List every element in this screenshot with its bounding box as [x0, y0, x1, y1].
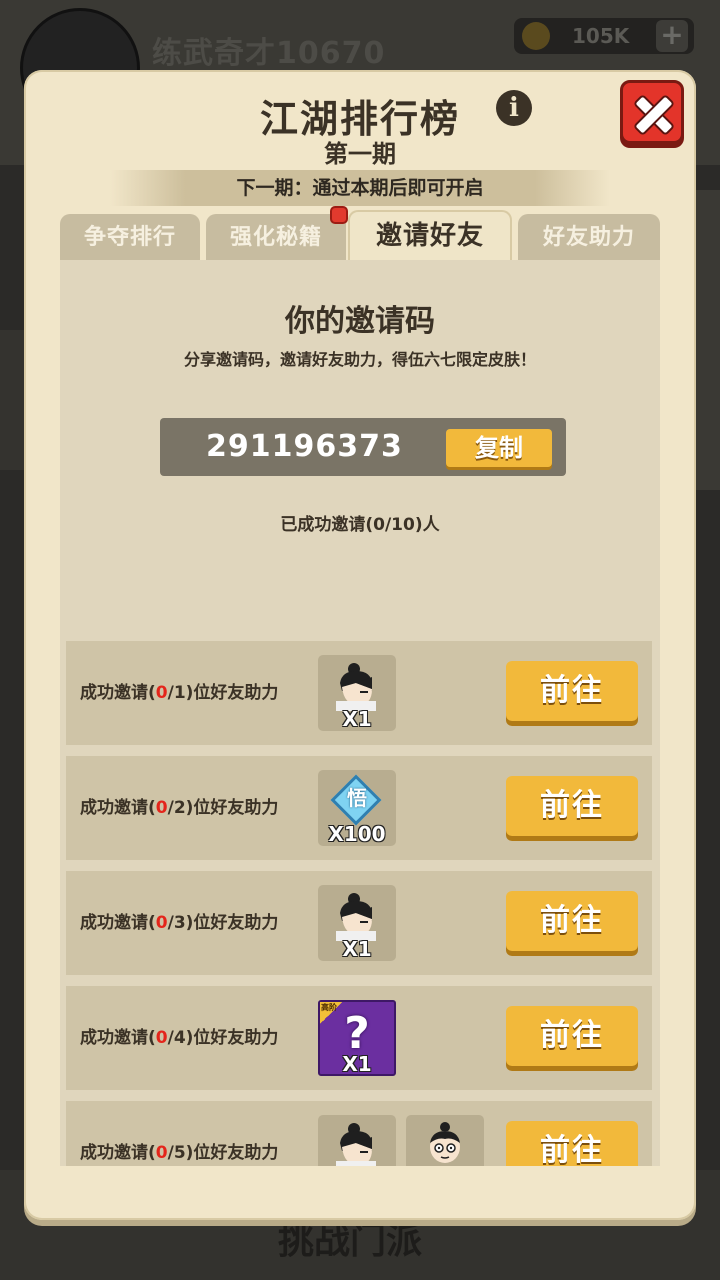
tab-friend-support[interactable]: 好友助力 — [518, 214, 660, 260]
row-label: 成功邀请(0/5)位好友助力 — [80, 1143, 279, 1163]
coin-amount: 105K — [572, 24, 630, 48]
avatar-head-icon — [430, 1122, 460, 1163]
reward-quantity: X1 — [342, 707, 372, 731]
player-name: 练武奇才10670 — [152, 36, 386, 71]
coin-counter: 105K + — [514, 18, 694, 54]
reward-row: 成功邀请(0/3)位好友助力 X1 前往 — [66, 871, 652, 975]
notification-badge — [330, 206, 348, 224]
reward-quantity: X100 — [328, 822, 386, 846]
background-side-menu-left — [0, 330, 24, 470]
reward-item[interactable]: X1 — [318, 655, 396, 731]
reward-quantity: X1 — [342, 1052, 372, 1076]
invite-code-title: 你的邀请码 — [285, 304, 435, 339]
character-head-icon — [336, 893, 376, 941]
reward-item[interactable]: X1 — [318, 885, 396, 961]
reward-item[interactable]: 悟 X100 — [318, 770, 396, 846]
invite-code-box: 291196373 复制 — [160, 418, 566, 476]
copy-button[interactable]: 复制 — [446, 429, 552, 467]
ranking-dialog: 江湖排行榜 i 第一期 下一期：通过本期后即可开启 争夺排行 强化秘籍 邀请好友… — [24, 70, 696, 1220]
reward-row: 成功邀请(0/1)位好友助力 X1 前往 — [66, 641, 652, 745]
gem-label: 悟 — [347, 786, 367, 810]
reward-item[interactable]: 头像 — [406, 1115, 484, 1166]
dialog-subtitle: 第一期 — [324, 140, 396, 168]
tab-compete-ranking[interactable]: 争夺排行 — [60, 214, 200, 260]
invite-code: 291196373 — [206, 429, 403, 464]
reward-quantity: X1 — [342, 937, 372, 961]
character-head-icon — [336, 1123, 376, 1166]
invite-description: 分享邀请码，邀请好友助力，得伍六七限定皮肤！ — [183, 350, 536, 369]
row-label: 成功邀请(0/3)位好友助力 — [80, 913, 279, 933]
coin-icon — [522, 22, 550, 50]
go-button[interactable]: 前往 — [506, 776, 638, 836]
invite-panel: 你的邀请码 分享邀请码，邀请好友助力，得伍六七限定皮肤！ 291196373 复… — [60, 260, 660, 1166]
reward-row: 成功邀请(0/5)位好友助力 X2 — [66, 1101, 652, 1166]
row-label: 成功邀请(0/1)位好友助力 — [80, 683, 279, 703]
go-button[interactable]: 前往 — [506, 1121, 638, 1166]
next-period-notice: 下一期：通过本期后即可开启 — [110, 170, 610, 206]
reward-item[interactable]: 高阶 ? X1 — [318, 1000, 396, 1076]
tab-enhance-manual[interactable]: 强化秘籍 — [206, 206, 348, 260]
reward-row: 成功邀请(0/4)位好友助力 高阶 ? X1 前往 — [66, 986, 652, 1090]
go-button[interactable]: 前往 — [506, 661, 638, 721]
row-label: 成功邀请(0/4)位好友助力 — [80, 1028, 279, 1048]
reward-row: 成功邀请(0/2)位好友助力 悟 X100 前往 — [66, 756, 652, 860]
character-head-icon — [336, 663, 376, 711]
go-button[interactable]: 前往 — [506, 1006, 638, 1066]
tab-label: 强化秘籍 — [229, 225, 322, 250]
row-label: 成功邀请(0/2)位好友助力 — [80, 798, 279, 818]
invited-status: 已成功邀请(0/10)人 — [280, 515, 440, 535]
info-icon[interactable]: i — [496, 90, 532, 126]
add-coin-button: + — [656, 20, 688, 52]
tab-invite-friends[interactable]: 邀请好友 — [348, 210, 512, 260]
reward-item[interactable]: X2 — [318, 1115, 396, 1166]
go-button[interactable]: 前往 — [506, 891, 638, 951]
